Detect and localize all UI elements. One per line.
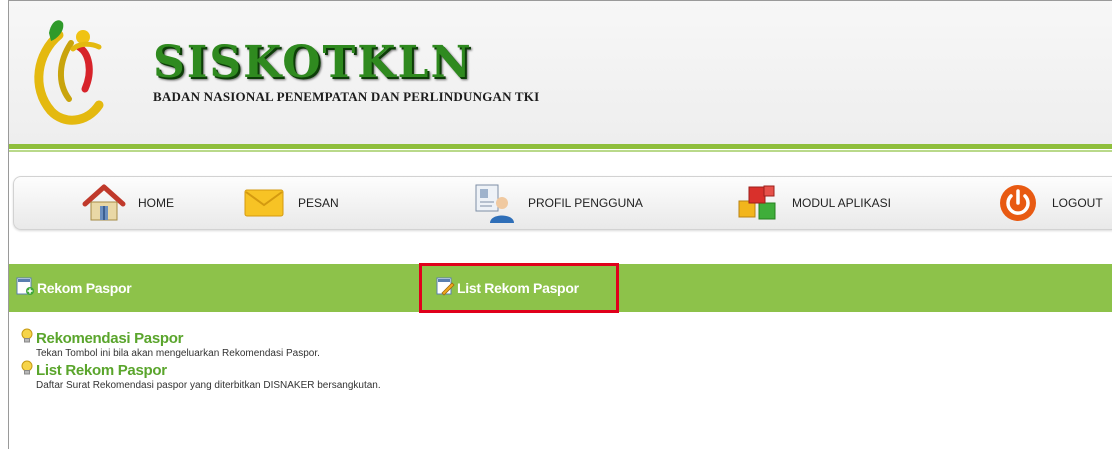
menu-label-modul-aplikasi: MODUL APLIKASI bbox=[792, 196, 891, 210]
menu-item-modul-aplikasi[interactable]: MODUL APLIKASI bbox=[732, 177, 891, 229]
header-divider bbox=[9, 144, 1112, 149]
menu-label-home: HOME bbox=[138, 196, 174, 210]
content-list: Rekomendasi Paspor Tekan Tombol ini bila… bbox=[19, 328, 381, 393]
entry-head[interactable]: List Rekom Paspor bbox=[19, 360, 381, 381]
list-item: List Rekom Paspor Daftar Surat Rekomenda… bbox=[19, 360, 381, 392]
header-divider-light bbox=[9, 150, 1112, 152]
tab-bar: Rekom Paspor List Rekom Paspor bbox=[9, 264, 1112, 312]
power-icon bbox=[992, 183, 1044, 223]
header: SISKOTKLN BADAN NASIONAL PENEMPATAN DAN … bbox=[9, 1, 1112, 144]
brand-subtitle: BADAN NASIONAL PENEMPATAN DAN PERLINDUNG… bbox=[153, 89, 540, 104]
brand-title: SISKOTKLN bbox=[153, 37, 473, 88]
list-item: Rekomendasi Paspor Tekan Tombol ini bila… bbox=[19, 328, 381, 360]
envelope-icon bbox=[238, 183, 290, 223]
lightbulb-icon bbox=[19, 360, 35, 381]
tab-rekom-paspor[interactable]: Rekom Paspor bbox=[15, 264, 132, 312]
document-add-icon bbox=[15, 276, 35, 301]
modules-icon bbox=[732, 183, 784, 223]
tab-label-rekom-paspor: Rekom Paspor bbox=[37, 280, 132, 296]
menu-label-pesan: PESAN bbox=[298, 196, 339, 210]
home-icon bbox=[78, 183, 130, 223]
menu-item-profil-pengguna[interactable]: PROFIL PENGGUNA bbox=[468, 177, 643, 229]
entry-description: Tekan Tombol ini bila akan mengeluarkan … bbox=[36, 348, 320, 359]
document-edit-icon bbox=[435, 276, 455, 301]
menu-item-pesan[interactable]: PESAN bbox=[238, 177, 339, 229]
brand-block: SISKOTKLN BADAN NASIONAL PENEMPATAN DAN … bbox=[153, 41, 539, 105]
siskotkln-logo bbox=[34, 20, 104, 125]
user-profile-icon bbox=[468, 183, 520, 223]
tab-label-list-rekom-paspor: List Rekom Paspor bbox=[457, 280, 579, 296]
main-menu: HOME PESAN PROFIL PENGGUNA MODUL APLIKAS… bbox=[13, 176, 1112, 230]
entry-title-rekomendasi-paspor[interactable]: Rekomendasi Paspor bbox=[36, 330, 183, 347]
entry-description: Daftar Surat Rekomendasi paspor yang dit… bbox=[36, 380, 381, 391]
menu-item-home[interactable]: HOME bbox=[78, 177, 174, 229]
entry-title-list-rekom-paspor[interactable]: List Rekom Paspor bbox=[36, 362, 167, 379]
tab-list-rekom-paspor[interactable]: List Rekom Paspor bbox=[435, 264, 579, 312]
menu-label-logout: LOGOUT bbox=[1052, 196, 1103, 210]
menu-label-profil-pengguna: PROFIL PENGGUNA bbox=[528, 196, 643, 210]
menu-item-logout[interactable]: LOGOUT bbox=[992, 177, 1103, 229]
app-frame: SISKOTKLN BADAN NASIONAL PENEMPATAN DAN … bbox=[8, 0, 1112, 449]
entry-head[interactable]: Rekomendasi Paspor bbox=[19, 328, 381, 349]
lightbulb-icon bbox=[19, 328, 35, 349]
